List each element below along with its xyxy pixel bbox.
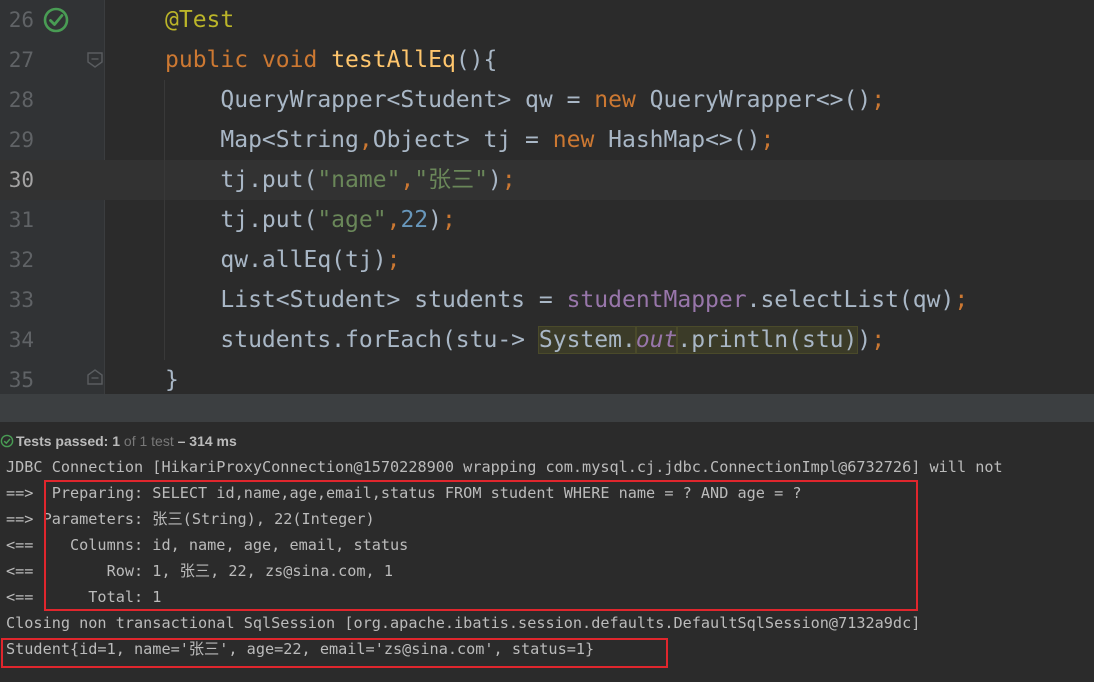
fold-expand-icon[interactable] [86,368,104,386]
tests-total-text: of 1 test [120,433,174,449]
line-number: 30 [8,168,34,192]
fold-collapse-icon[interactable] [86,51,104,69]
code-text: public void testAllEq(){ [165,47,498,73]
line-number: 27 [8,48,34,72]
result-highlight-box [1,638,668,668]
line-number: 29 [8,128,34,152]
line-number: 35 [8,368,34,392]
line-number: 33 [8,288,34,312]
code-text: qw.allEq(tj); [165,247,401,273]
panel-splitter[interactable] [0,394,1094,422]
code-line[interactable]: 26 @Test [0,0,1094,40]
test-status-bar: Tests passed: 1 of 1 test – 314 ms [0,428,1094,454]
code-text: tj.put("age",22); [165,207,456,233]
code-editor[interactable]: 26 @Test 27 public void testAllEq(){ 28 Quer… [0,0,1094,394]
code-text: tj.put("name","张三"); [165,167,516,193]
console-line-jdbc: JDBC Connection [HikariProxyConnection@1… [6,458,1003,476]
code-text: QueryWrapper<Student> qw = new QueryWrap… [165,87,886,113]
code-text: List<Student> students = studentMapper.s… [165,287,969,313]
test-passed-run-icon[interactable] [42,6,70,34]
tests-passed-count: 1 [112,433,121,449]
code-line[interactable]: 34 students.forEach(stu-> System.out.pri… [0,320,1094,360]
line-number: 26 [8,8,34,32]
code-line[interactable]: 31 tj.put("age",22); [0,200,1094,240]
code-text: } [165,367,179,393]
test-duration: – 314 ms [173,433,237,449]
code-line[interactable]: 28 QueryWrapper<Student> qw = new QueryW… [0,80,1094,120]
code-text: students.forEach(stu-> System.out.printl… [165,326,886,354]
line-number: 28 [8,88,34,112]
console-output[interactable]: JDBC Connection [HikariProxyConnection@1… [0,454,1094,682]
code-line[interactable]: 29 Map<String,Object> tj = new HashMap<>… [0,120,1094,160]
sql-log-highlight-box [44,480,918,611]
code-line[interactable]: 32 qw.allEq(tj); [0,240,1094,280]
check-icon [0,434,14,448]
console-line-closing: Closing non transactional SqlSession [or… [6,614,921,632]
code-line[interactable]: 27 public void testAllEq(){ [0,40,1094,80]
code-line[interactable]: 33 List<Student> students = studentMappe… [0,280,1094,320]
line-number: 31 [8,208,34,232]
code-text: @Test [165,7,235,33]
code-text: Map<String,Object> tj = new HashMap<>(); [165,127,775,153]
tests-passed-label: Tests passed: [16,433,113,449]
line-number: 32 [8,248,34,272]
line-number: 34 [8,328,34,352]
code-line[interactable]: 35} [0,360,1094,394]
code-line[interactable]: 30 tj.put("name","张三"); [0,160,1094,200]
